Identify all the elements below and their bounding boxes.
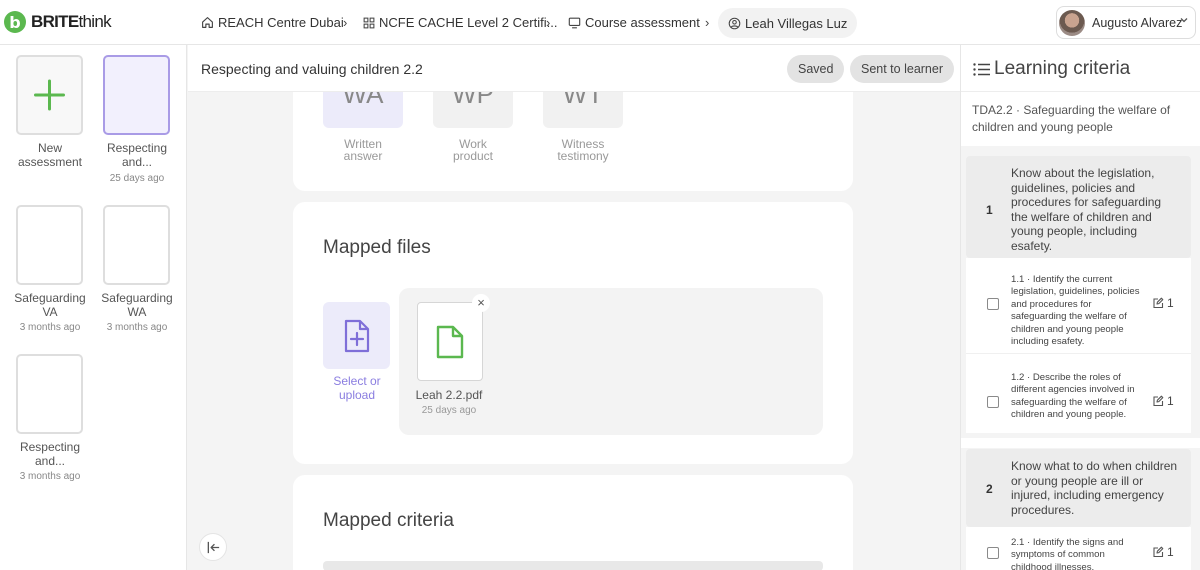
criterion-checkbox[interactable] <box>987 298 999 310</box>
outcome-text: Know about the legislation, guidelines, … <box>1011 166 1162 253</box>
mapped-criteria-title: Mapped criteria <box>323 510 454 531</box>
assessment-tile[interactable] <box>103 55 170 135</box>
learning-criteria-title: Learning criteria <box>994 58 1131 79</box>
edit-icon <box>1153 395 1164 407</box>
list-icon <box>973 63 990 76</box>
assessment-criterion: 1.1 · Identify the current legislation, … <box>966 258 1191 353</box>
mapped-files-title: Mapped files <box>323 237 431 258</box>
evidence-label: Witness testimony <box>557 137 609 163</box>
plus-icon <box>34 79 65 111</box>
breadcrumb-separator: › <box>705 15 710 30</box>
assessment-criterion: 2.1 · Identify the signs and symptoms of… <box>966 527 1191 570</box>
top-bar: b BRITEthink REACH Centre Dubai › NCFE C… <box>0 0 1200 45</box>
upload-file-label[interactable]: Select or upload <box>317 374 397 402</box>
monitor-icon <box>568 17 581 28</box>
logo-name-thin: think <box>78 12 112 31</box>
learning-criteria-header: Learning criteria <box>961 45 1200 92</box>
criterion-text: 1.1 · Identify the current legislation, … <box>1011 274 1140 348</box>
mapped-criteria-card: Mapped criteria <box>293 475 853 570</box>
edit-icon <box>1153 546 1164 558</box>
sent-to-learner-button[interactable]: Sent to learner <box>850 55 954 83</box>
outcome-group: 1 Know about the legislation, guidelines… <box>961 146 1200 438</box>
breadcrumb-course-label: NCFE CACHE Level 2 Certifi... <box>379 15 558 30</box>
file-plus-icon <box>344 319 369 352</box>
criterion-checkbox[interactable] <box>987 547 999 559</box>
mapped-files-card: Mapped files Select or upload × Leah 2.2… <box>293 202 853 464</box>
editor-header: Respecting and valuing children 2.2 Save… <box>188 45 960 92</box>
file-name: Leah 2.2.pdf <box>415 388 483 402</box>
evidence-work-product[interactable]: WP <box>433 88 513 128</box>
evidence-label: Work product <box>452 137 494 163</box>
upload-file-button[interactable] <box>323 302 390 369</box>
collapse-left-icon <box>207 541 219 553</box>
assessment-tile[interactable] <box>103 205 170 285</box>
breadcrumb-centre-label: REACH Centre Dubai <box>218 15 344 30</box>
evidence-written-answer[interactable]: WA <box>323 88 403 128</box>
breadcrumb-assessment[interactable]: Course assessment <box>568 0 700 45</box>
learning-criteria-panel: Learning criteria TDA2.2 · Safeguarding … <box>960 45 1200 570</box>
file-date: 25 days ago <box>421 405 477 416</box>
breadcrumb-centre[interactable]: REACH Centre Dubai <box>201 0 344 45</box>
learning-outcome[interactable]: 1 Know about the legislation, guidelines… <box>966 156 1191 258</box>
breadcrumb-assessment-label: Course assessment <box>585 15 700 30</box>
home-icon <box>202 17 213 28</box>
logo-name-bold: BRITE <box>31 12 79 31</box>
breadcrumb-separator: › <box>343 15 348 30</box>
new-assessment-button[interactable] <box>16 55 83 135</box>
criterion-evidence-count[interactable]: 1 <box>1152 296 1174 310</box>
new-assessment-label: New assessment <box>17 141 83 169</box>
assessment-tile-date: 3 months ago <box>19 471 81 482</box>
criterion-count: 1 <box>1167 394 1174 408</box>
user-menu[interactable]: Augusto Alvarez <box>1056 6 1196 39</box>
learning-outcome[interactable]: 2 Know what to do when children or young… <box>966 449 1191 527</box>
assessment-tile-title: Safeguarding WA <box>101 291 173 319</box>
breadcrumb-course[interactable]: NCFE CACHE Level 2 Certifi... <box>363 0 557 45</box>
assessment-tile-title: Respecting and... <box>19 440 81 468</box>
collapse-sidebar-button[interactable] <box>199 533 227 561</box>
criterion-evidence-count[interactable]: 1 <box>1152 394 1174 408</box>
assessment-tile-date: 25 days ago <box>109 173 165 184</box>
assessment-criterion: 1.2 · Describe the roles of different ag… <box>966 353 1191 433</box>
assessment-sidebar: New assessment Respecting and... 25 days… <box>0 45 187 570</box>
remove-file-button[interactable]: × <box>472 294 490 312</box>
breadcrumb-separator: › <box>546 15 551 30</box>
file-thumbnail[interactable] <box>417 302 483 381</box>
page-title: Respecting and valuing children 2.2 <box>201 61 423 77</box>
assessment-tile[interactable] <box>16 205 83 285</box>
logo-badge: b <box>4 11 26 33</box>
criterion-text: 2.1 · Identify the signs and symptoms of… <box>1011 537 1124 570</box>
criterion-evidence-count[interactable]: 1 <box>1152 545 1174 559</box>
assessment-tile-date: 3 months ago <box>19 322 81 333</box>
britethink-logo[interactable]: b BRITEthink <box>4 11 112 33</box>
assessment-tile-title: Safeguarding VA <box>14 291 86 319</box>
outcome-number: 1 <box>986 203 993 217</box>
file-icon <box>436 325 464 358</box>
assessment-editor: Respecting and valuing children 2.2 Save… <box>188 45 960 570</box>
assessment-tile[interactable] <box>16 354 83 434</box>
criterion-count: 1 <box>1167 296 1174 310</box>
grid-icon <box>363 17 375 28</box>
saved-status-button[interactable]: Saved <box>787 55 845 83</box>
evidence-witness-testimony[interactable]: WT <box>543 88 623 128</box>
mapped-files-list: × Leah 2.2.pdf 25 days ago <box>399 288 823 435</box>
outcome-group: 2 Know what to do when children or young… <box>961 448 1200 570</box>
breadcrumb-learner[interactable]: Leah Villegas Luz <box>718 8 858 38</box>
outcome-number: 2 <box>986 482 993 496</box>
criterion-text: 1.2 · Describe the roles of different ag… <box>1011 372 1135 421</box>
assessment-tile-date: 3 months ago <box>106 322 168 333</box>
user-circle-icon <box>728 17 741 29</box>
chevron-down-icon <box>1180 18 1188 23</box>
outcome-text: Know what to do when children or young p… <box>1011 459 1178 517</box>
breadcrumb-learner-label: Leah Villegas Luz <box>745 15 848 31</box>
assessment-tile-title: Respecting and... <box>106 141 168 169</box>
evidence-label: Written answer <box>343 137 383 163</box>
avatar <box>1059 9 1085 36</box>
mapped-criteria-row <box>323 561 823 570</box>
unit-title: TDA2.2 · Safeguarding the welfare of chi… <box>972 103 1171 134</box>
criterion-checkbox[interactable] <box>987 396 999 408</box>
edit-icon <box>1153 297 1164 309</box>
user-name: Augusto Alvarez <box>1092 15 1183 30</box>
criterion-count: 1 <box>1167 545 1174 559</box>
